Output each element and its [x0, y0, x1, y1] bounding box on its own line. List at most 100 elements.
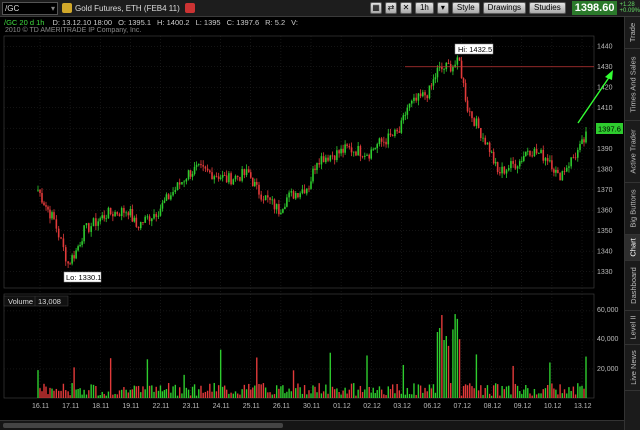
volume-bar	[563, 389, 566, 398]
volume-bar	[193, 384, 196, 398]
volume-bar	[39, 388, 41, 398]
volume-bar	[123, 387, 125, 398]
volume-bar	[159, 385, 162, 398]
candle-body	[555, 169, 557, 173]
volume-bar	[146, 359, 149, 398]
volume-bars	[37, 314, 587, 398]
volume-bar	[445, 336, 447, 398]
volume-bar	[167, 383, 170, 398]
volume-bar	[310, 393, 312, 398]
chart-settings-icon[interactable]: ▦	[369, 2, 382, 14]
candle-body	[496, 162, 499, 173]
volume-bar	[275, 385, 278, 398]
volume-bar	[466, 385, 469, 398]
time-tick-label: 07.12	[454, 403, 472, 410]
volume-bar	[329, 352, 331, 398]
volume-bar	[392, 384, 394, 398]
tab-times-and-sales[interactable]: Times And Sales	[625, 49, 640, 121]
candle-body	[376, 144, 379, 149]
candle-body	[264, 195, 267, 201]
info-icon[interactable]	[184, 3, 195, 13]
price-tick-label: 1350	[597, 228, 613, 235]
candle-body	[83, 225, 85, 242]
candle-body	[346, 144, 348, 147]
candle-body	[473, 118, 475, 126]
infobar-date: D: 13.12.10 18:00	[52, 17, 113, 27]
tab-trade[interactable]: Trade	[625, 17, 640, 49]
candle-body	[133, 217, 136, 222]
candle-body	[540, 149, 542, 154]
volume-bar	[331, 386, 334, 398]
candle-body	[333, 155, 336, 161]
candle-body	[120, 208, 123, 217]
horizontal-scrollbar[interactable]	[0, 420, 624, 430]
candle-body	[131, 209, 134, 222]
symbol-selector[interactable]: /GC ▾	[2, 1, 58, 15]
candle-body	[468, 111, 471, 113]
time-tick-label: 18.11	[92, 403, 109, 410]
tab-label: Active Trader	[628, 129, 638, 174]
timeframe-button[interactable]: 1h	[414, 2, 434, 14]
volume-bar	[447, 345, 450, 398]
volume-bar	[116, 394, 118, 398]
style-button[interactable]: Style	[451, 2, 480, 14]
tab-active-trader[interactable]: Active Trader	[625, 121, 640, 183]
tab-chart[interactable]: Chart	[625, 235, 640, 261]
copyright-text: 2010 © TD AMERITRADE IP Company, Inc.	[5, 27, 142, 34]
volume-bar	[191, 386, 194, 398]
candle-body	[163, 200, 166, 203]
candle-body	[105, 218, 108, 220]
candle-body	[193, 166, 196, 175]
tab-live-news[interactable]: Live News	[625, 345, 640, 391]
volume-bar	[204, 391, 207, 398]
candle-body	[462, 78, 465, 83]
tab-level-ii[interactable]: Level II	[625, 311, 640, 345]
volume-bar	[41, 391, 43, 398]
tab-dashboard[interactable]: Dashboard	[625, 261, 640, 311]
chart-canvas[interactable]: 1330134013501360137013801390140014101420…	[0, 0, 640, 430]
volume-bar	[90, 384, 92, 398]
candle-body	[172, 191, 174, 196]
candle-body	[531, 155, 533, 157]
tab-label: Level II	[628, 315, 638, 340]
volume-bar	[267, 392, 269, 398]
tab-big-buttons[interactable]: Big Buttons	[625, 183, 640, 235]
volume-bar	[234, 391, 237, 398]
candle-body	[529, 150, 531, 156]
candle-body	[301, 189, 304, 194]
close-icon[interactable]: ✕	[399, 2, 412, 14]
drawings-button[interactable]: Drawings	[482, 2, 527, 14]
candle-body	[236, 175, 239, 178]
volume-bar	[215, 391, 218, 398]
volume-bar	[181, 393, 183, 398]
chevron-down-icon[interactable]: ▾	[436, 2, 449, 14]
candle-body	[253, 181, 256, 187]
candle-body	[99, 218, 102, 222]
candle-body	[294, 193, 297, 199]
volume-bar	[223, 385, 226, 398]
link-icon[interactable]: ⇄	[384, 2, 397, 14]
volume-bar	[176, 395, 179, 398]
volume-bar	[322, 391, 325, 398]
studies-button[interactable]: Studies	[529, 2, 566, 14]
candle-body	[109, 207, 112, 215]
candle-body	[466, 100, 469, 112]
candle-body	[374, 148, 377, 150]
candle-body	[275, 204, 278, 210]
candle-body	[101, 215, 104, 219]
volume-bar	[243, 384, 246, 398]
candle-body	[350, 147, 353, 153]
scroll-thumb[interactable]	[3, 423, 283, 428]
price-candles	[37, 55, 587, 268]
price-tick-label: 1340	[597, 249, 613, 256]
chart-toolbar: /GC ▾ Gold Futures, ETH (FEB4 11) ▦ ⇄ ✕ 1…	[0, 0, 640, 17]
candle-body	[410, 100, 413, 104]
volume-panel-frame	[3, 293, 595, 399]
volume-bar	[140, 392, 142, 398]
candle-body	[64, 247, 67, 262]
volume-bar	[297, 383, 299, 398]
volume-bar	[271, 394, 273, 398]
volume-bar	[92, 384, 95, 398]
volume-bar	[544, 388, 547, 398]
volume-bar	[553, 388, 555, 398]
